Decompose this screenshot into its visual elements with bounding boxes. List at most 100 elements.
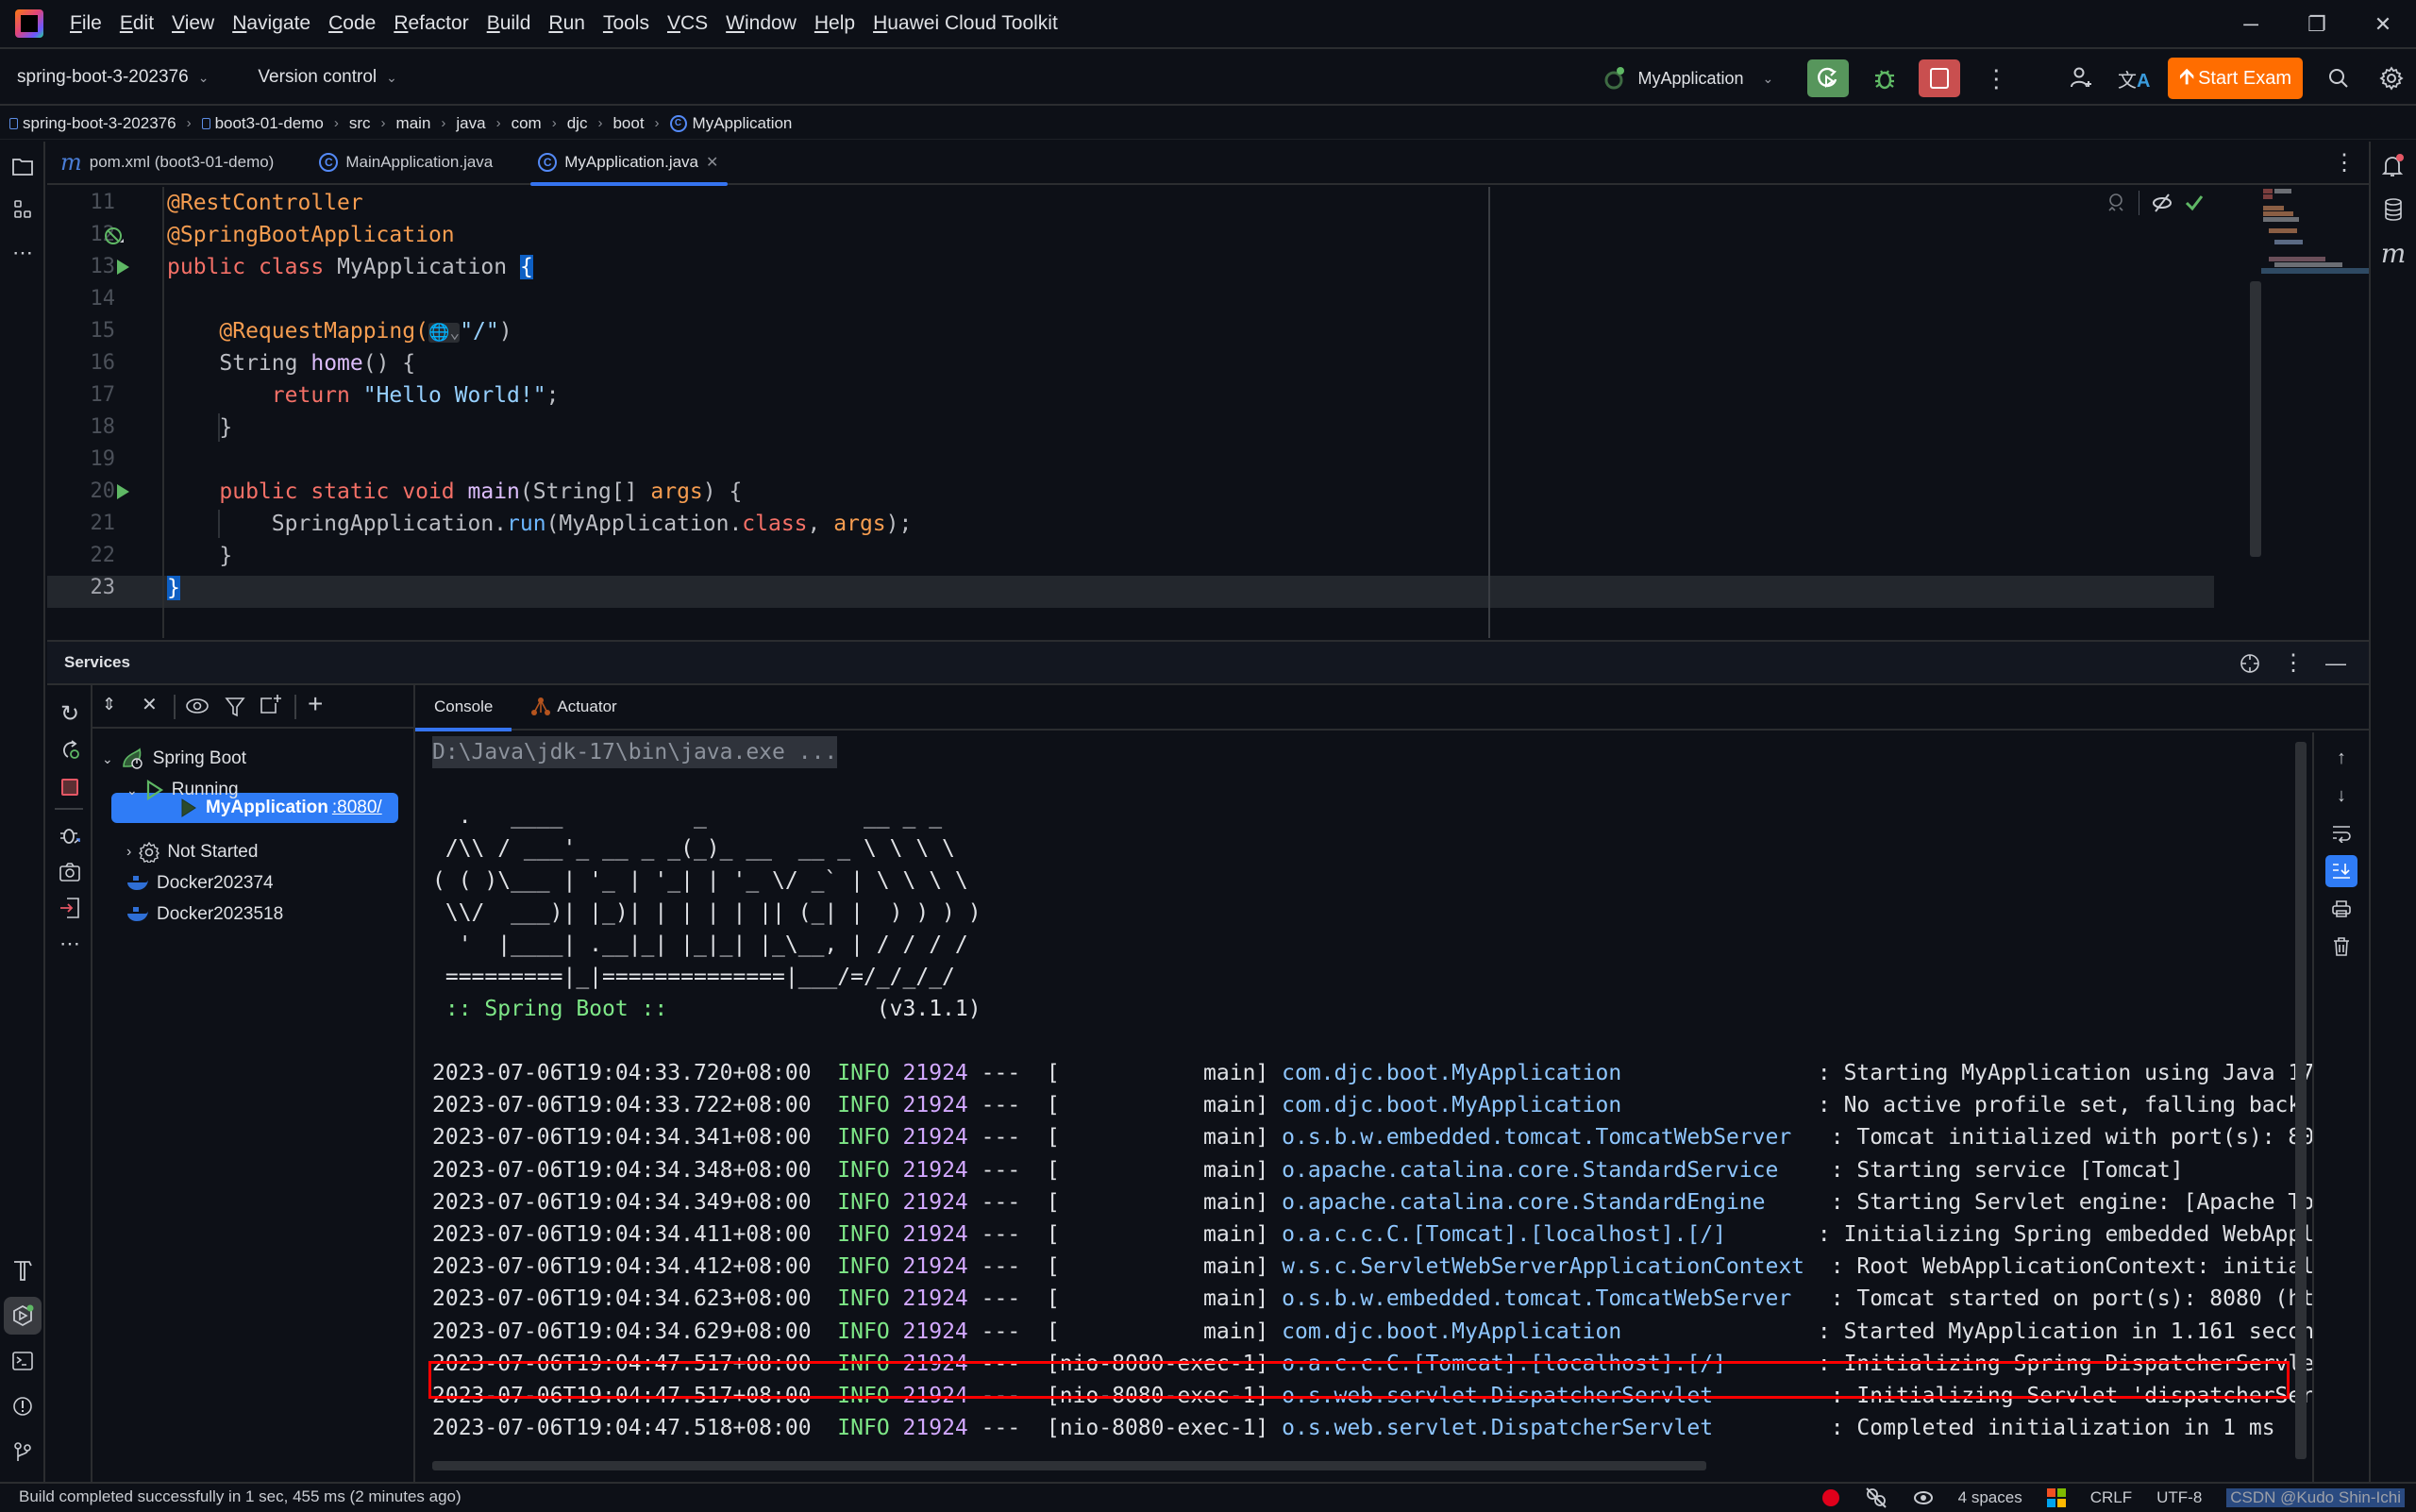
breadcrumb-item[interactable]: src (349, 114, 371, 133)
globe-icon[interactable]: 🌐⌄ (428, 323, 461, 343)
project-dropdown[interactable]: spring-boot-3-202376 ⌄ (17, 67, 209, 88)
start-exam-button[interactable]: 🡩 Start Exam (2168, 58, 2303, 99)
more-actions-button[interactable]: ⋮ (1977, 59, 2015, 97)
minimize-panel-icon[interactable]: — (2325, 651, 2346, 676)
menu-view[interactable]: View (172, 12, 214, 35)
more-actions-button[interactable]: ⋯ (51, 925, 89, 963)
tab-console[interactable]: Console (415, 684, 512, 731)
translate-button[interactable]: 文A (2115, 59, 2153, 97)
run-gutter-icon[interactable] (115, 483, 130, 500)
print-button[interactable] (2325, 893, 2357, 925)
menu-huawei-cloud-toolkit[interactable]: Huawei Cloud Toolkit (873, 12, 1058, 35)
exit-button[interactable] (51, 889, 89, 927)
menu-code[interactable]: Code (328, 12, 376, 35)
menu-edit[interactable]: Edit (120, 12, 154, 35)
tab-actuator[interactable]: Actuator (512, 684, 635, 730)
restore-button[interactable]: ❐ (2284, 12, 2350, 37)
add-service-icon[interactable]: + (308, 689, 323, 719)
git-tool-button[interactable] (4, 1433, 42, 1470)
build-tool-button[interactable] (4, 1252, 42, 1289)
breadcrumb-item[interactable]: boot3-01-demo (201, 114, 324, 133)
menu-tools[interactable]: Tools (603, 12, 649, 35)
code-editor[interactable]: 11 12 13 14 15 16 17 18 19 20 21 22 23 @… (47, 187, 2369, 638)
more-tools-button[interactable]: ⋯ (4, 234, 42, 272)
menu-help[interactable]: Help (814, 12, 855, 35)
panel-options-icon[interactable]: ⋮ (2282, 649, 2305, 677)
settings-button[interactable] (2373, 59, 2410, 97)
encoding-setting[interactable]: UTF-8 (2156, 1488, 2202, 1507)
console-vertical-scrollbar[interactable] (2295, 742, 2307, 1459)
debug-rerun-button[interactable] (51, 731, 89, 768)
menu-navigate[interactable]: Navigate (232, 12, 310, 35)
line-separator-setting[interactable]: CRLF (2090, 1488, 2132, 1507)
code-vision-icon[interactable] (2105, 192, 2127, 214)
editor-scrollbar[interactable] (2250, 281, 2261, 557)
record-indicator-icon[interactable] (1821, 1489, 1839, 1506)
crosshair-icon[interactable] (2239, 652, 2261, 675)
breadcrumb-item[interactable]: main (396, 114, 431, 133)
scroll-down-button[interactable]: ↓ (2325, 780, 2357, 812)
menu-refactor[interactable]: Refactor (394, 12, 468, 35)
tab-options-button[interactable]: ⋮ (2333, 149, 2356, 176)
debug-button[interactable] (1866, 59, 1904, 97)
breadcrumb-item[interactable]: spring-boot-3-202376 (9, 114, 176, 133)
filter-icon[interactable] (225, 697, 249, 719)
database-tool-button[interactable] (2374, 191, 2412, 228)
code-minimap[interactable] (2261, 187, 2369, 277)
eye-icon[interactable] (185, 697, 211, 717)
services-tool-button[interactable] (4, 1297, 42, 1335)
notifications-button[interactable] (2374, 147, 2412, 185)
maven-tool-button[interactable]: m (2374, 234, 2412, 272)
breadcrumb-item[interactable]: java (456, 114, 485, 133)
breadcrumb-item[interactable]: C MyApplication (669, 114, 792, 133)
checkmark-icon[interactable] (2185, 194, 2204, 211)
menu-run[interactable]: Run (548, 12, 585, 35)
tree-item-my-application[interactable]: MyApplication :8080/ (179, 793, 382, 823)
tree-item-docker-1[interactable]: Docker202374 (126, 868, 274, 899)
tree-item-spring-boot[interactable]: ⌄ Spring Boot (102, 744, 246, 774)
tab-pom-xml[interactable]: m pom.xml (boot3-01-demo) (47, 141, 287, 184)
add-user-button[interactable] (2062, 59, 2100, 97)
breadcrumb-item[interactable]: boot (612, 114, 644, 133)
app-port-link[interactable]: :8080/ (332, 793, 382, 823)
tab-main-application[interactable]: C MainApplication.java (306, 141, 506, 184)
vcs-dropdown[interactable]: Version control ⌄ (258, 67, 396, 88)
indent-setting[interactable]: 4 spaces (1958, 1488, 2022, 1507)
stop-button[interactable] (1919, 59, 1961, 97)
tree-item-docker-2[interactable]: Docker2023518 (126, 899, 283, 930)
scroll-to-end-button[interactable] (2325, 855, 2357, 887)
breadcrumb-item[interactable]: com (512, 114, 542, 133)
menu-window[interactable]: Window (726, 12, 797, 35)
expand-all-icon[interactable]: ⇕ (102, 695, 116, 714)
problems-tool-button[interactable] (4, 1387, 42, 1425)
ai-assistant-disabled-icon[interactable] (1864, 1487, 1888, 1509)
run-configuration-dropdown[interactable]: MyApplication ⌄ (1603, 66, 1773, 91)
hide-icon[interactable] (2151, 193, 2173, 213)
run-gutter-icon[interactable] (115, 259, 130, 276)
tab-my-application[interactable]: C MyApplication.java ✕ (525, 141, 731, 186)
tree-item-not-started[interactable]: › Not Started (126, 837, 258, 867)
menu-vcs[interactable]: VCS (667, 12, 708, 35)
collapse-all-icon[interactable]: ✕ (142, 693, 158, 716)
console-horizontal-scrollbar[interactable] (432, 1461, 1706, 1470)
clear-console-button[interactable] (2325, 931, 2357, 963)
close-window-button[interactable]: ✕ (2350, 12, 2416, 37)
status-message[interactable]: Build completed successfully in 1 sec, 4… (19, 1487, 461, 1506)
minimize-button[interactable]: ─ (2218, 12, 2284, 37)
breadcrumb-item[interactable]: djc (567, 114, 588, 133)
stop-service-button[interactable] (51, 768, 89, 806)
eye-icon[interactable] (1913, 1490, 1934, 1505)
menu-file[interactable]: File (70, 12, 102, 35)
new-tab-icon[interactable] (259, 693, 283, 717)
spring-bean-icon[interactable] (104, 227, 125, 247)
scroll-up-button[interactable]: ↑ (2325, 742, 2357, 774)
terminal-tool-button[interactable] (4, 1342, 42, 1380)
soft-wrap-button[interactable] (2325, 817, 2357, 849)
search-button[interactable] (2320, 59, 2357, 97)
menu-build[interactable]: Build (487, 12, 531, 35)
structure-tool-button[interactable] (4, 191, 42, 228)
snapshot-button[interactable] (51, 853, 89, 891)
rerun-button[interactable] (1807, 59, 1850, 97)
rerun-service-button[interactable]: ↻ (51, 695, 89, 732)
console-output[interactable]: D:\Java\jdk-17\bin\java.exe ... . ____ _… (415, 732, 2312, 1482)
